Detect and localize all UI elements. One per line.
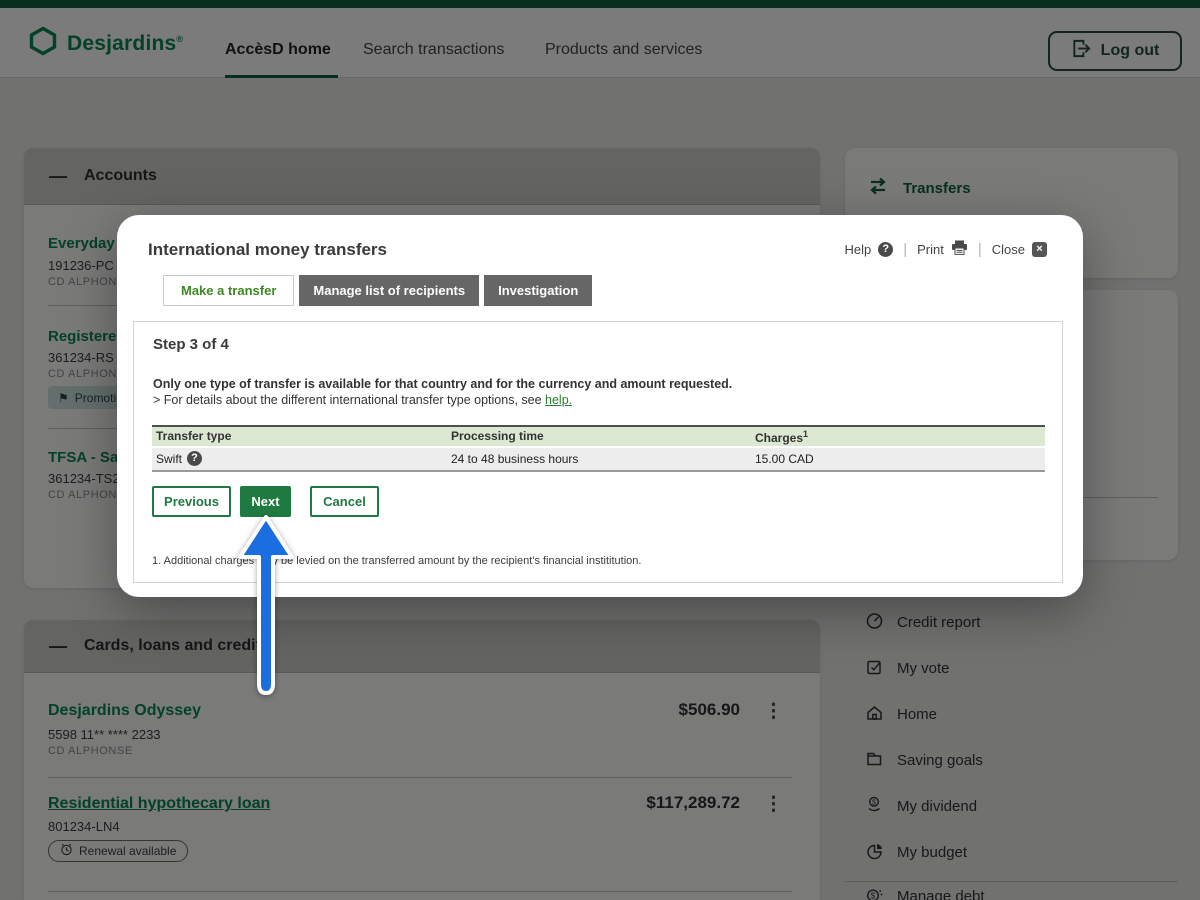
swift-info-icon[interactable]: ? xyxy=(187,451,203,466)
help-text-link[interactable]: help. xyxy=(545,393,572,407)
app-canvas: Desjardins® AccèsD home Search transacti… xyxy=(0,0,1200,900)
print-link[interactable]: Print xyxy=(917,240,968,258)
table-header-row: Transfer type Processing time Charges1 xyxy=(152,425,1045,448)
divider: | xyxy=(977,240,982,258)
printer-icon xyxy=(951,240,968,258)
footnote-text: 1. Additional charges may be levied on t… xyxy=(152,555,642,567)
divider: | xyxy=(903,240,908,258)
cell-charges: 15.00 CAD xyxy=(755,451,814,466)
help-link[interactable]: Help ? xyxy=(844,241,894,257)
col-header-charges: Charges1 xyxy=(755,429,809,445)
col-header-processing-time: Processing time xyxy=(451,429,544,443)
cell-transfer-type: Swift ? xyxy=(152,448,447,470)
notice-text-details: > For details about the different intern… xyxy=(153,393,573,407)
modal-utility-bar: Help ? | Print | Close × xyxy=(844,240,1047,258)
cancel-button[interactable]: Cancel xyxy=(310,486,379,517)
close-link[interactable]: Close × xyxy=(992,241,1047,257)
modal-title: International money transfers xyxy=(148,240,388,259)
pointer-arrow xyxy=(238,515,294,695)
tab-investigation[interactable]: Investigation xyxy=(484,275,593,306)
modal-tabs: Make a transfer Manage list of recipient… xyxy=(163,275,593,306)
tab-make-a-transfer[interactable]: Make a transfer xyxy=(163,275,295,306)
cell-processing-time: 24 to 48 business hours xyxy=(451,451,579,466)
table-row: Swift ? 24 to 48 business hours 15.00 CA… xyxy=(152,448,1045,472)
previous-button[interactable]: Previous xyxy=(152,486,231,517)
tab-manage-recipients[interactable]: Manage list of recipients xyxy=(299,275,480,306)
help-question-icon: ? xyxy=(878,241,894,257)
step-indicator: Step 3 of 4 xyxy=(153,336,229,353)
close-icon: × xyxy=(1032,241,1047,257)
transfer-options-table: Transfer type Processing time Charges1 S… xyxy=(152,425,1045,472)
notice-text-bold: Only one type of transfer is available f… xyxy=(153,377,733,391)
col-header-transfer-type: Transfer type xyxy=(156,429,232,443)
